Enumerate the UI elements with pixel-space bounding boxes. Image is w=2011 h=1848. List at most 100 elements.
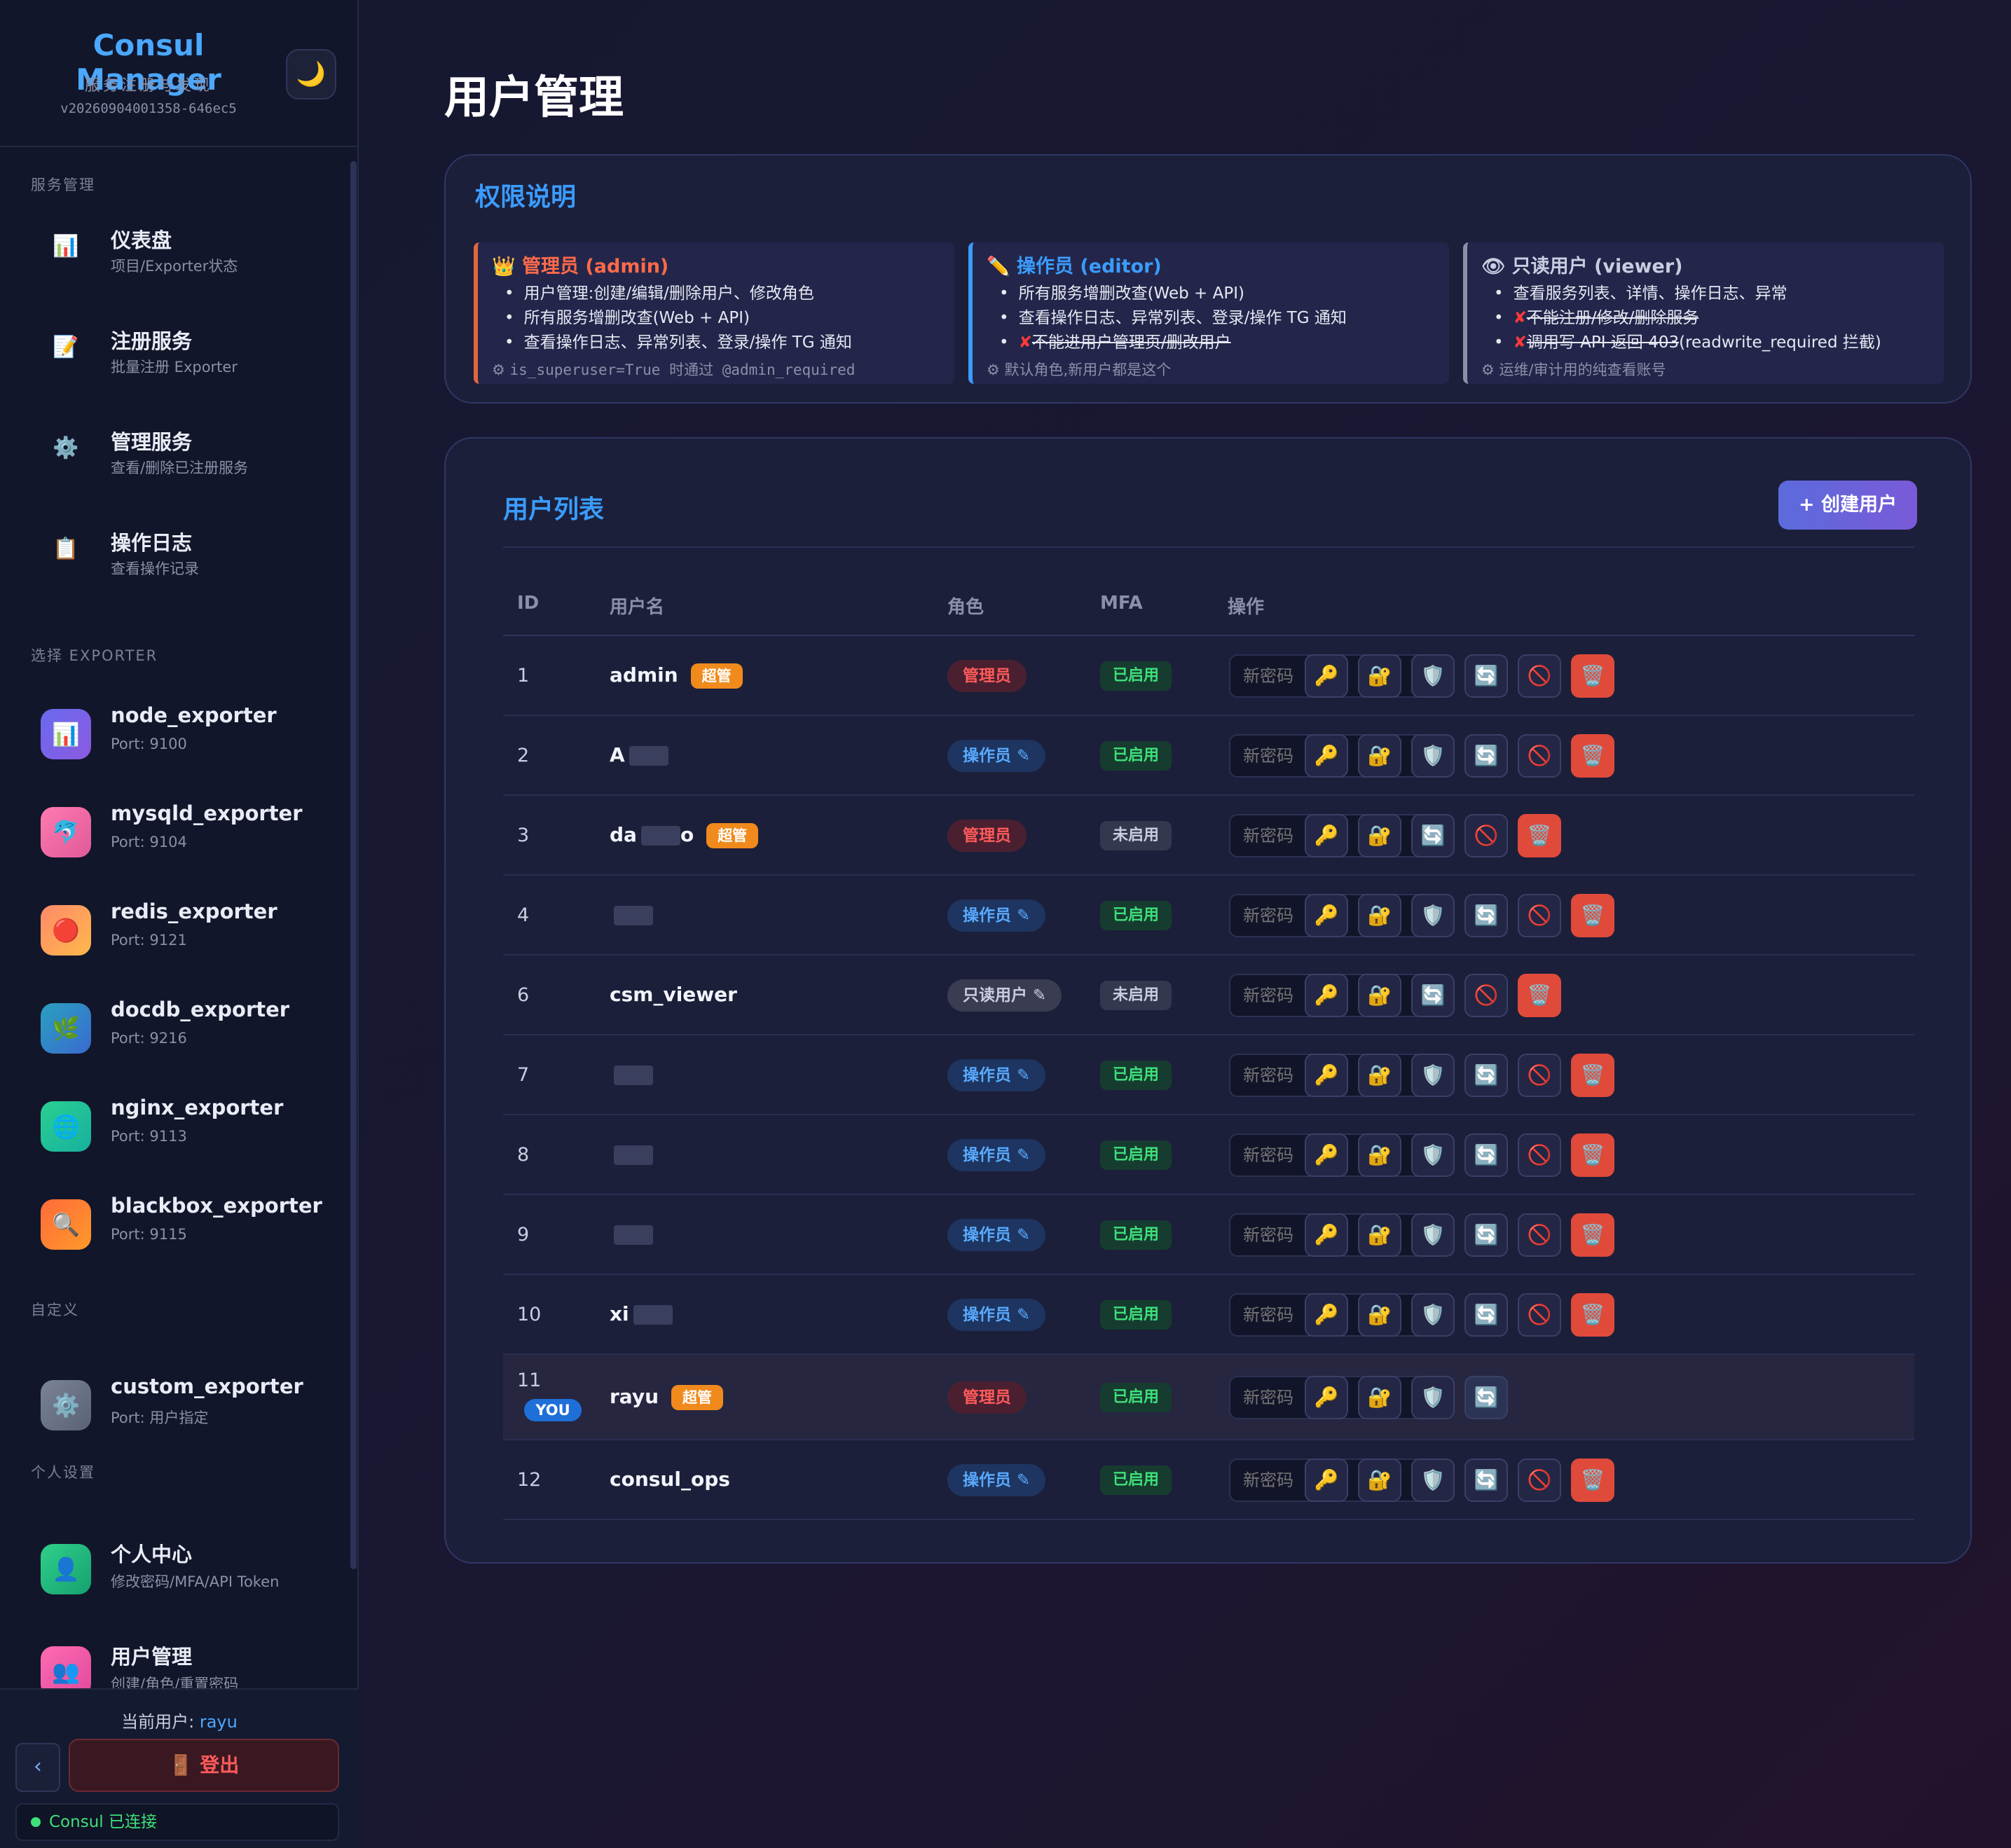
disable-user-button[interactable]: 🚫 — [1464, 974, 1508, 1017]
superuser-badge: 超管 — [706, 823, 759, 848]
delete-user-button[interactable]: 🗑️ — [1571, 734, 1614, 778]
logout-button[interactable]: 🚪 登出 — [69, 1739, 339, 1792]
disable-user-button[interactable]: 🚫 — [1464, 814, 1508, 857]
delete-user-button[interactable]: 🗑️ — [1571, 1459, 1614, 1502]
refresh-token-button[interactable]: 🔄 — [1411, 974, 1455, 1017]
create-user-button[interactable]: + 创建用户 — [1778, 481, 1917, 530]
reset-mfa-button[interactable]: 🛡️ — [1411, 1293, 1455, 1337]
sidebar-item-custom-exporter[interactable]: ⚙️ custom_exporter Port: 用户指定 — [0, 1351, 350, 1442]
role-badge[interactable]: 操作员 ✎ — [947, 1059, 1046, 1091]
role-badge[interactable]: 操作员 ✎ — [947, 1464, 1046, 1496]
refresh-token-button[interactable]: 🔄 — [1464, 1459, 1508, 1502]
version-label: v20260904001358-646ec5 — [60, 101, 237, 116]
reset-password-button[interactable]: 🔑 — [1305, 654, 1348, 698]
disable-user-button[interactable]: 🚫 — [1518, 654, 1561, 698]
reset-password-button[interactable]: 🔑 — [1305, 1213, 1348, 1257]
delete-user-button[interactable]: 🗑️ — [1571, 1293, 1614, 1337]
delete-user-button[interactable]: 🗑️ — [1518, 974, 1561, 1017]
lock-icon: 🔐 — [1367, 904, 1392, 927]
refresh-token-button[interactable]: 🔄 — [1464, 1054, 1508, 1097]
refresh-token-button[interactable]: 🔄 — [1464, 1376, 1508, 1419]
change-role-button[interactable]: 🔐 — [1358, 814, 1401, 857]
delete-user-button[interactable]: 🗑️ — [1571, 1054, 1614, 1097]
change-role-button[interactable]: 🔐 — [1358, 974, 1401, 1017]
disable-user-button[interactable]: 🚫 — [1518, 1054, 1561, 1097]
delete-user-button[interactable]: 🗑️ — [1571, 1213, 1614, 1257]
sidebar-item-2[interactable]: 📝 注册服务 批量注册 Exporter — [0, 304, 350, 395]
delete-user-button[interactable]: 🗑️ — [1571, 894, 1614, 937]
refresh-token-button[interactable]: 🔄 — [1464, 734, 1508, 778]
reset-mfa-button[interactable]: 🛡️ — [1411, 1213, 1455, 1257]
reset-password-button[interactable]: 🔑 — [1305, 734, 1348, 778]
reset-mfa-button[interactable]: 🛡️ — [1411, 1133, 1455, 1177]
sidebar-item-blackbox_exporter[interactable]: 🔍 blackbox_exporter Port: 9115 — [0, 1170, 350, 1261]
role-badge[interactable]: 管理员 — [947, 820, 1027, 852]
sidebar-item-3[interactable]: ⚙️ 管理服务 查看/删除已注册服务 — [0, 405, 350, 496]
refresh-token-button[interactable]: 🔄 — [1464, 654, 1508, 698]
sidebar-item-4[interactable]: 📋 操作日志 查看操作记录 — [0, 506, 350, 597]
reset-password-button[interactable]: 🔑 — [1305, 1133, 1348, 1177]
refresh-token-button[interactable]: 🔄 — [1411, 814, 1455, 857]
reset-password-button[interactable]: 🔑 — [1305, 814, 1348, 857]
reset-mfa-button[interactable]: 🛡️ — [1411, 734, 1455, 778]
disable-user-button[interactable]: 🚫 — [1518, 894, 1561, 937]
change-role-button[interactable]: 🔐 — [1358, 1213, 1401, 1257]
disable-user-button[interactable]: 🚫 — [1518, 1459, 1561, 1502]
lock-icon: 🔐 — [1367, 1386, 1392, 1409]
reset-password-button[interactable]: 🔑 — [1305, 1054, 1348, 1097]
reset-mfa-button[interactable]: 🛡️ — [1411, 1459, 1455, 1502]
reset-password-button[interactable]: 🔑 — [1305, 1293, 1348, 1337]
disable-user-button[interactable]: 🚫 — [1518, 1293, 1561, 1337]
role-badge[interactable]: 操作员 ✎ — [947, 899, 1046, 932]
sidebar-item-mysqld_exporter[interactable]: 🐬 mysqld_exporter Port: 9104 — [0, 778, 350, 869]
reset-mfa-button[interactable]: 🛡️ — [1411, 654, 1455, 698]
sidebar-item-nginx_exporter[interactable]: 🌐 nginx_exporter Port: 9113 — [0, 1072, 350, 1163]
role-badge[interactable]: 操作员 ✎ — [947, 1139, 1046, 1171]
sidebar-item-docdb_exporter[interactable]: 🌿 docdb_exporter Port: 9216 — [0, 974, 350, 1065]
disable-user-button[interactable]: 🚫 — [1518, 734, 1561, 778]
reset-mfa-button[interactable]: 🛡️ — [1411, 1054, 1455, 1097]
refresh-token-button[interactable]: 🔄 — [1464, 1133, 1508, 1177]
change-role-button[interactable]: 🔐 — [1358, 1459, 1401, 1502]
sidebar-item-1[interactable]: 📊 仪表盘 项目/Exporter状态 — [0, 203, 350, 294]
delete-user-button[interactable]: 🗑️ — [1571, 1133, 1614, 1177]
collapse-sidebar-button[interactable]: ‹ — [15, 1743, 60, 1792]
role-badge[interactable]: 操作员 ✎ — [947, 1299, 1046, 1331]
role-badge[interactable]: 管理员 — [947, 1381, 1027, 1414]
key-icon: 🔑 — [1314, 1143, 1339, 1166]
reset-password-button[interactable]: 🔑 — [1305, 1376, 1348, 1419]
role-badge[interactable]: 操作员 ✎ — [947, 740, 1046, 772]
refresh-token-button[interactable]: 🔄 — [1464, 1293, 1508, 1337]
reset-password-button[interactable]: 🔑 — [1305, 894, 1348, 937]
reset-password-button[interactable]: 🔑 — [1305, 1459, 1348, 1502]
change-role-button[interactable]: 🔐 — [1358, 1293, 1401, 1337]
status-dot-icon — [31, 1817, 41, 1827]
refresh-token-button[interactable]: 🔄 — [1464, 1213, 1508, 1257]
refresh-token-button[interactable]: 🔄 — [1464, 894, 1508, 937]
change-role-button[interactable]: 🔐 — [1358, 1133, 1401, 1177]
change-role-button[interactable]: 🔐 — [1358, 734, 1401, 778]
change-role-button[interactable]: 🔐 — [1358, 1054, 1401, 1097]
delete-user-button[interactable]: 🗑️ — [1518, 814, 1561, 857]
sidebar-item-label: 个人中心 — [111, 1543, 193, 1566]
role-badge[interactable]: 管理员 — [947, 660, 1027, 692]
role-badge[interactable]: 操作员 ✎ — [947, 1219, 1046, 1251]
sidebar-item-profile[interactable]: 👤 个人中心 修改密码/MFA/API Token — [0, 1515, 350, 1606]
change-role-button[interactable]: 🔐 — [1358, 654, 1401, 698]
reset-mfa-button[interactable]: 🛡️ — [1411, 894, 1455, 937]
role-badge[interactable]: 只读用户 ✎ — [947, 979, 1062, 1012]
trash-icon: 🗑️ — [1580, 1143, 1605, 1166]
table-row: 10 xi 操作员 ✎ 已启用 🔑 🔐 🛡️ 🔄 🚫 🗑️ — [503, 1275, 1914, 1355]
sidebar-scrollbar[interactable] — [350, 161, 357, 1569]
dolphin-icon: 🐬 — [41, 807, 91, 857]
reset-mfa-button[interactable]: 🛡️ — [1411, 1376, 1455, 1419]
reset-password-button[interactable]: 🔑 — [1305, 974, 1348, 1017]
sidebar-item-node_exporter[interactable]: 📊 node_exporter Port: 9100 — [0, 680, 350, 771]
delete-user-button[interactable]: 🗑️ — [1571, 654, 1614, 698]
change-role-button[interactable]: 🔐 — [1358, 894, 1401, 937]
sidebar-item-redis_exporter[interactable]: 🔴 redis_exporter Port: 9121 — [0, 876, 350, 967]
theme-toggle-button[interactable]: 🌙 — [286, 49, 336, 99]
change-role-button[interactable]: 🔐 — [1358, 1376, 1401, 1419]
disable-user-button[interactable]: 🚫 — [1518, 1213, 1561, 1257]
disable-user-button[interactable]: 🚫 — [1518, 1133, 1561, 1177]
